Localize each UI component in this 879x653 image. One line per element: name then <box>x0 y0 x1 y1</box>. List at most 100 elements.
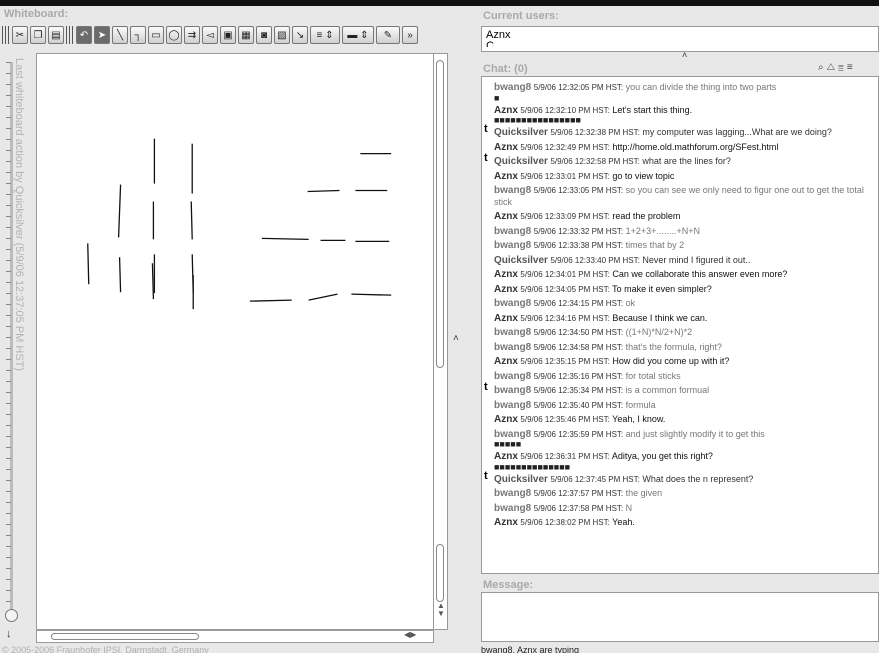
drawn-line[interactable] <box>87 243 90 285</box>
chat-message: Aznx 5/9/06 12:32:10 PM HST: Let's start… <box>482 105 878 125</box>
current-users-title: Current users: <box>483 10 559 22</box>
chat-message: bwang8 5/9/06 12:33:38 PM HST: times tha… <box>482 240 878 252</box>
text-icon[interactable]: ▣ <box>220 26 236 44</box>
ellipse-icon[interactable]: ◯ <box>166 26 182 44</box>
message-marker: t <box>484 123 488 135</box>
message-author: bwang8 <box>494 385 532 396</box>
alert-icon[interactable]: △ <box>827 62 838 73</box>
message-author: bwang8 <box>494 327 532 338</box>
tick-mark <box>6 447 11 448</box>
toolbar-grip-2[interactable] <box>66 26 74 44</box>
chat-message: bwang8 5/9/06 12:35:16 PM HST: for total… <box>482 371 878 383</box>
message-text: read the problem <box>612 211 681 221</box>
message-timestamp: 5/9/06 12:33:09 PM HST: <box>520 212 610 221</box>
drawn-line[interactable] <box>118 257 122 293</box>
user-item: C <box>486 41 494 47</box>
scissors-icon[interactable]: ✂ <box>12 26 28 44</box>
arrow-down-icon[interactable]: ↓ <box>6 628 12 640</box>
whiteboard-drawing <box>87 138 392 310</box>
collapse-caret-icon[interactable]: ˄ <box>682 50 687 60</box>
message-timestamp: 5/9/06 12:33:32 PM HST: <box>533 226 624 236</box>
message-author: Aznx <box>494 356 518 367</box>
drawn-line[interactable] <box>190 201 193 240</box>
message-text: for total sticks <box>625 370 681 381</box>
message-author: bwang8 <box>494 225 532 237</box>
message-text: Let's start this thing. <box>612 104 693 115</box>
drawn-line[interactable] <box>351 293 392 296</box>
drawn-line[interactable] <box>261 237 309 241</box>
chat-message: Aznx 5/9/06 12:34:16 PM HST: Because I t… <box>482 313 878 325</box>
chat-message: Aznx 5/9/06 12:36:31 PM HST: Aditya, you… <box>482 451 878 471</box>
rectangle-icon[interactable]: ▭ <box>148 26 164 44</box>
tick-mark <box>6 480 11 481</box>
drawn-line[interactable] <box>151 263 155 300</box>
color-stepper[interactable]: ▬ ⇕ <box>342 26 374 44</box>
select-arrow-icon[interactable]: ➤ <box>94 26 110 44</box>
message-author: bwang8 <box>494 428 532 440</box>
drawn-line[interactable] <box>249 299 292 302</box>
current-users-list[interactable]: Aznx C <box>481 26 879 52</box>
tick-mark <box>6 425 11 426</box>
message-text: Aditya, you get this right? <box>611 451 713 461</box>
tick-mark <box>6 491 11 492</box>
message-emphasis: ■■■■■ <box>494 439 522 449</box>
more-icon[interactable]: » <box>402 26 418 44</box>
chat-message: bwang8 5/9/06 12:34:50 PM HST: ((1+N)*N/… <box>482 327 878 339</box>
pen-icon[interactable]: ✎ <box>376 26 400 44</box>
paste-icon[interactable]: ▤ <box>48 26 64 44</box>
message-author: Aznx <box>494 517 518 528</box>
history-slider-knob[interactable] <box>5 609 18 622</box>
message-input[interactable] <box>481 592 879 642</box>
connector-icon[interactable]: ↘ <box>292 26 308 44</box>
line-width-stepper[interactable]: ≡ ⇕ <box>310 26 340 44</box>
horizontal-scroll-arrows[interactable]: ◀▶ <box>404 630 416 639</box>
chat-message: Aznx 5/9/06 12:33:01 PM HST: go to view … <box>482 171 878 183</box>
search-icon[interactable]: ⌕ <box>818 62 827 73</box>
message-timestamp: 5/9/06 12:38:02 PM HST: <box>520 518 610 527</box>
settings-icon[interactable]: ≡ <box>847 62 856 73</box>
label-icon[interactable]: ◅ <box>202 26 218 44</box>
camera-icon[interactable]: ◙ <box>256 26 272 44</box>
drawn-line[interactable] <box>308 293 338 301</box>
message-timestamp: 5/9/06 12:35:15 PM HST: <box>520 357 610 366</box>
message-emphasis: ■■■■■■■■■■■■■■ <box>494 461 571 472</box>
chat-message: Aznx 5/9/06 12:32:49 PM HST: http://home… <box>482 142 878 154</box>
line-icon[interactable]: ╲ <box>112 26 128 44</box>
canvas-vertical-scrollbar[interactable] <box>434 53 448 630</box>
message-timestamp: 5/9/06 12:34:01 PM HST: <box>520 270 610 279</box>
message-author: bwang8 <box>494 185 532 196</box>
copy-icon[interactable]: ❐ <box>30 26 46 44</box>
canvas-horizontal-scrollbar[interactable] <box>36 630 434 643</box>
message-timestamp: 5/9/06 12:37:45 PM HST: <box>550 474 640 484</box>
drawn-line[interactable] <box>307 189 340 193</box>
vertical-scroll-thumb-lower[interactable] <box>436 544 444 602</box>
chat-message: bwang8 5/9/06 12:33:32 PM HST: 1+2+3+...… <box>482 226 878 238</box>
message-timestamp: 5/9/06 12:37:58 PM HST: <box>533 503 624 513</box>
whiteboard-canvas[interactable] <box>36 53 434 630</box>
message-text: Never mind I figured it out.. <box>642 254 751 265</box>
splitter-caret-icon[interactable]: ˄ <box>453 333 459 344</box>
message-author: Quicksilver <box>494 254 548 266</box>
message-text: go to view topic <box>612 170 675 181</box>
message-text: N <box>625 502 633 513</box>
vertical-scroll-thumb[interactable] <box>436 60 444 368</box>
polyline-icon[interactable]: ┐ <box>130 26 146 44</box>
message-author: bwang8 <box>494 399 532 411</box>
chat-log[interactable]: bwang8 5/9/06 12:32:05 PM HST: you can d… <box>481 76 879 574</box>
list-icon[interactable]: ≣ <box>838 62 847 73</box>
chat-message: bwang8 5/9/06 12:32:05 PM HST: you can d… <box>482 82 878 102</box>
message-marker: t <box>484 381 488 393</box>
document-icon[interactable]: ▧ <box>274 26 290 44</box>
message-text: what are the lines for? <box>642 156 731 166</box>
message-text: To make it even simpler? <box>612 283 712 294</box>
message-text: and just slightly modify it to get this <box>625 428 765 439</box>
undo-icon[interactable]: ↶ <box>76 26 92 44</box>
message-timestamp: 5/9/06 12:32:10 PM HST: <box>520 105 610 115</box>
horizontal-scroll-thumb[interactable] <box>51 633 199 640</box>
image-icon[interactable]: ▦ <box>238 26 254 44</box>
arrow-icon[interactable]: ⇉ <box>184 26 200 44</box>
vertical-scroll-arrows[interactable]: ▲ ▼ <box>437 602 445 618</box>
drawn-line[interactable] <box>117 184 122 238</box>
message-timestamp: 5/9/06 12:32:49 PM HST: <box>520 142 610 152</box>
toolbar-grip[interactable] <box>2 26 10 44</box>
